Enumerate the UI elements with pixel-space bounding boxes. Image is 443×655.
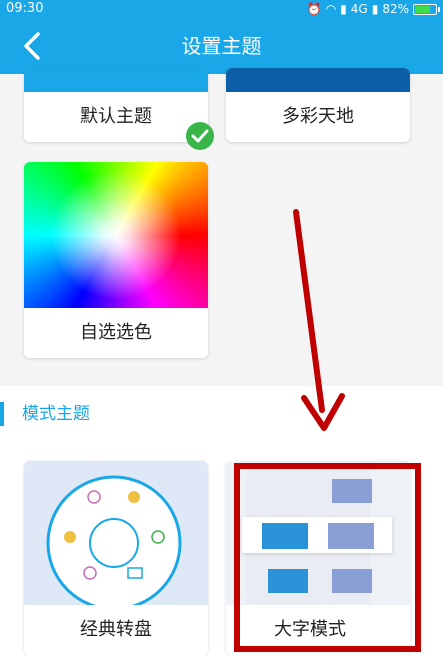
annotation-highlight-box — [234, 463, 421, 652]
annotation-arrow-line — [293, 209, 325, 413]
annotation-overlay — [234, 209, 421, 652]
